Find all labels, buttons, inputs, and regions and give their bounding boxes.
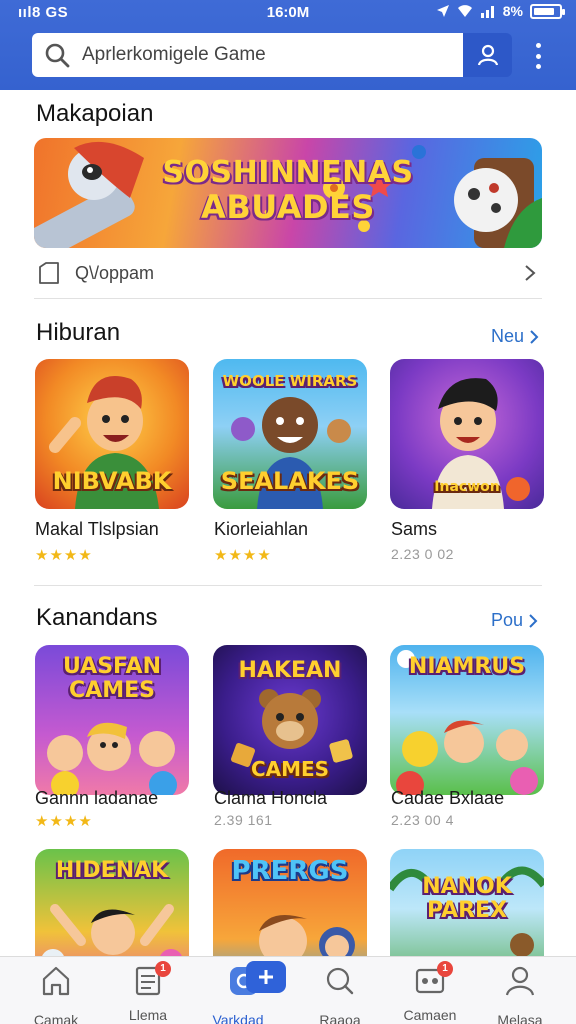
status-bar: ııl8 GS 16:0M 8% <box>0 0 576 26</box>
battery-percent: 8% <box>502 3 523 19</box>
see-all-label: Pou <box>491 610 524 630</box>
banner-line-2: ABUADES <box>201 188 375 226</box>
profile-icon <box>505 966 535 996</box>
chevron-right-icon <box>529 613 538 628</box>
game-tile[interactable]: UASFAN CAMES <box>35 645 189 795</box>
app-name[interactable]: Sams <box>391 519 437 540</box>
chevron-right-icon <box>525 265 536 281</box>
more-options-button[interactable] <box>527 40 549 72</box>
nav-item-home[interactable]: Camak <box>8 965 104 1024</box>
game-art-banner: UASFAN CAMES <box>62 654 161 703</box>
battery-icon <box>530 3 565 19</box>
nav-item-news[interactable]: 1 Llema <box>100 961 196 1023</box>
game-art-banner: NANOK PAREX <box>422 874 512 923</box>
account-button[interactable] <box>463 33 512 77</box>
search-field[interactable] <box>32 33 463 77</box>
app-name[interactable]: Makal Tlslpsian <box>35 519 159 540</box>
banner-line-1: SOSHINNENAS <box>162 155 414 190</box>
app-meta: 2.39 161 <box>214 812 273 828</box>
rating-stars: ★★★★ <box>35 813 93 830</box>
notification-badge: 1 <box>437 961 453 977</box>
game-tile[interactable]: NIBVABK <box>35 359 189 509</box>
search-input[interactable] <box>82 44 442 66</box>
section-title-entertainment: Hiburan <box>36 319 121 346</box>
bottom-navigation: Camak 1 Llema Varkdad Raaoa 1 Camaen Mel… <box>0 956 576 1024</box>
game-tile[interactable]: Inacwon <box>390 359 544 509</box>
nav-label: Melasa <box>497 1012 543 1024</box>
notification-badge: 1 <box>155 961 171 977</box>
nav-label: Llema <box>128 1007 168 1023</box>
user-icon <box>477 44 498 66</box>
see-all-label: Neu <box>491 326 525 346</box>
battery-level <box>534 7 554 15</box>
location-icon <box>436 5 449 17</box>
rating-stars: ★★★★ <box>35 547 93 564</box>
game-art-title: NIBVABK <box>52 467 172 495</box>
game-tile[interactable]: NIAMRUS <box>390 645 544 795</box>
dot <box>535 53 541 59</box>
app-name[interactable]: Cadae Bxlaae <box>391 788 504 809</box>
section-title-categories: Kanandans <box>36 604 158 631</box>
game-tile[interactable]: WOOLE WIRARS SEALAKES <box>213 359 367 509</box>
game-art-banner: HIDENAK <box>55 858 169 883</box>
nav-item-apps[interactable]: 1 Camaen <box>382 961 478 1023</box>
nav-item-profile[interactable]: Melasa <box>472 965 568 1024</box>
app-name[interactable]: Clama Honcla <box>214 788 327 809</box>
game-tile[interactable]: HAKEAN CAMES <box>213 645 367 795</box>
divider <box>34 298 542 299</box>
nav-label: Camak <box>33 1012 79 1024</box>
wifi-icon <box>457 5 472 17</box>
app-meta: 2.23 00 4 <box>391 812 454 828</box>
game-art-title: CAMES <box>250 757 330 781</box>
featured-banner[interactable]: SOSHINNENAS ABUADES <box>34 138 542 248</box>
search-icon <box>326 967 354 995</box>
signal-icon <box>480 6 494 18</box>
dot <box>535 43 541 48</box>
game-art-banner: PRERGS <box>231 856 349 886</box>
home-icon <box>42 966 70 996</box>
shop-label: Q\/oppam <box>75 262 155 283</box>
search-bar <box>32 33 512 77</box>
apps-icon: 1 <box>413 961 453 997</box>
nav-label: Varkdad <box>212 1012 264 1024</box>
add-button[interactable] <box>246 961 286 993</box>
rating-stars: ★★★★ <box>214 547 272 564</box>
nav-item-search[interactable]: Raaoa <box>292 965 388 1024</box>
banner-headline: SOSHINNENAS ABUADES <box>34 155 542 226</box>
game-art-title: SEALAKES <box>220 467 360 495</box>
plus-icon <box>259 970 273 984</box>
see-all-categories[interactable]: Pou <box>491 610 538 631</box>
game-art-title: Inacwon <box>434 479 500 495</box>
app-header: ııl8 GS 16:0M 8% <box>0 0 576 90</box>
news-icon: 1 <box>131 961 171 997</box>
chevron-right-icon <box>530 329 539 344</box>
section-title-featured: Makapoian <box>36 100 154 127</box>
app-meta: 2.23 0 02 <box>391 546 454 562</box>
game-art-banner: HAKEAN <box>238 658 342 683</box>
status-icons: 8% <box>436 3 565 19</box>
nav-label: Camaen <box>403 1007 457 1023</box>
app-name[interactable]: Gannn ladanae <box>35 788 158 809</box>
see-all-entertainment[interactable]: Neu <box>491 326 539 347</box>
game-art-banner: WOOLE WIRARS <box>222 372 358 390</box>
search-icon <box>45 43 70 68</box>
game-art-banner: NIAMRUS <box>408 654 526 679</box>
shop-link-row[interactable]: Q\/oppam <box>34 256 542 290</box>
nav-label: Raaoa <box>319 1012 361 1024</box>
app-name[interactable]: Kiorleiahlan <box>214 519 308 540</box>
divider <box>34 585 542 586</box>
dot <box>535 64 541 69</box>
shopping-bag-icon <box>39 262 59 284</box>
